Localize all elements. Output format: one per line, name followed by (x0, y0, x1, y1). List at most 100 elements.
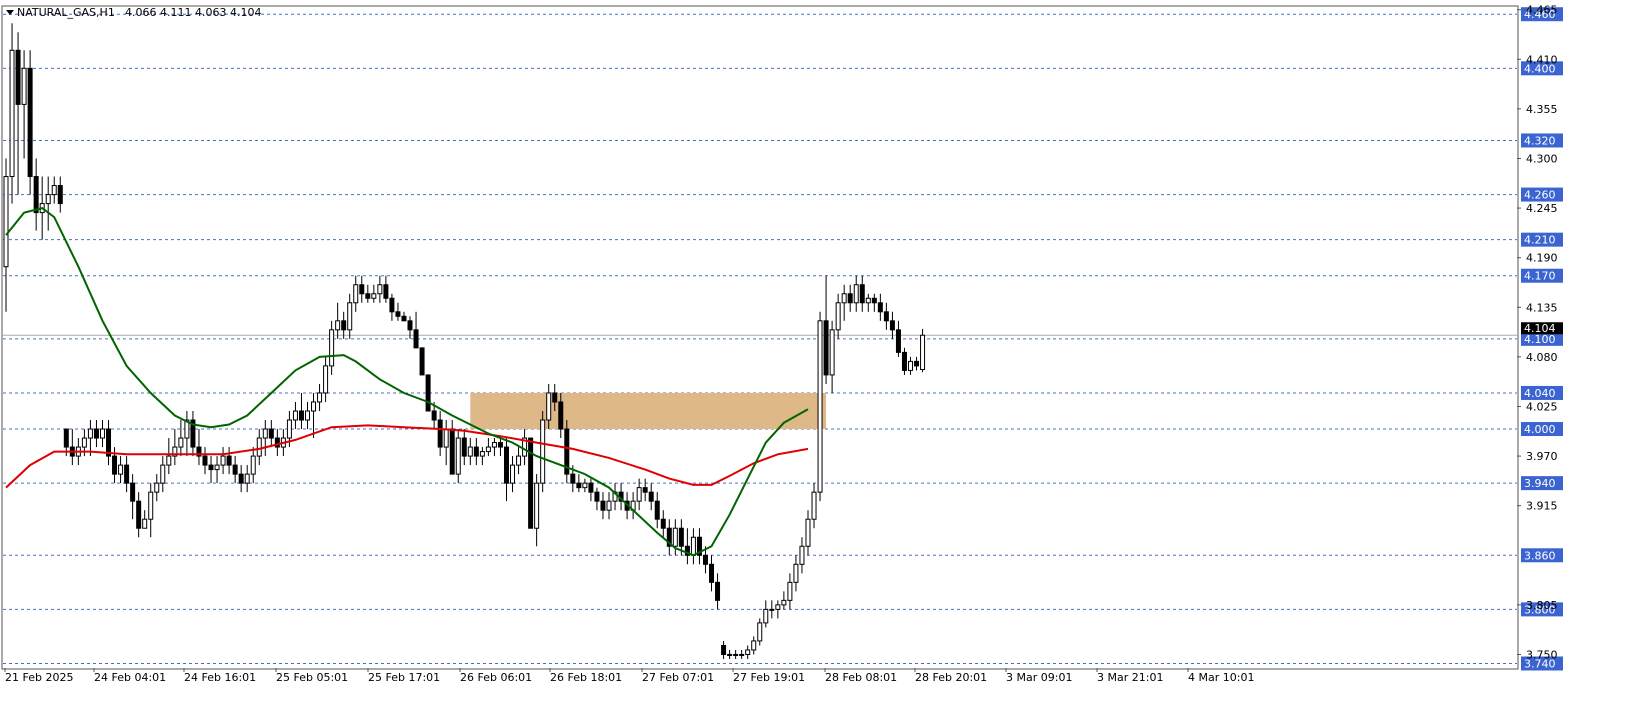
bear-candle-body (401, 315, 407, 322)
bull-candle-body (286, 419, 292, 439)
bear-candle-body (232, 464, 238, 475)
bull-candle-body (510, 464, 516, 484)
bull-candle-body (455, 437, 461, 475)
bull-candle-body (347, 302, 353, 331)
bull-candle-body (829, 329, 835, 376)
bull-candle-body (371, 293, 377, 299)
bear-candle-body (208, 464, 214, 471)
bear-candle-body (709, 563, 715, 583)
bull-candle-body (636, 487, 642, 502)
bear-candle-body (642, 487, 648, 493)
bear-candle-body (407, 320, 413, 331)
bull-candle-body (733, 653, 739, 656)
x-tick-label: 25 Feb 17:01 (368, 671, 440, 684)
bear-candle-body (654, 500, 660, 520)
candle[interactable] (540, 410, 546, 493)
bull-candle-body (467, 446, 473, 457)
bull-candle-body (546, 392, 552, 421)
bull-candle-body (835, 302, 841, 331)
bull-candle-body (799, 545, 805, 565)
bear-candle-body (895, 329, 901, 353)
bull-candle-body (672, 527, 678, 547)
bear-candle-body (660, 518, 666, 529)
bull-candle-body (751, 640, 757, 651)
resistance-zone[interactable] (470, 392, 827, 430)
bear-candle-body (136, 500, 142, 529)
bull-candle-body (317, 392, 323, 403)
y-tick-label: 4.355 (1526, 103, 1558, 116)
ohlc-high: 4.111 (160, 6, 192, 19)
bear-candle-body (268, 428, 274, 439)
x-tick-label: 24 Feb 04:01 (94, 671, 166, 684)
level-label: 4.320 (1524, 134, 1556, 147)
level-label: 4.000 (1524, 423, 1556, 436)
bear-candle-body (558, 401, 564, 430)
bear-candle-body (883, 311, 889, 322)
bear-candle-body (823, 320, 829, 376)
bull-candle-body (534, 482, 540, 529)
bear-candle-body (15, 49, 21, 105)
bull-candle-body (606, 500, 612, 511)
candle[interactable] (817, 311, 823, 502)
bull-candle-body (166, 455, 172, 466)
x-tick-label: 21 Feb 2025 (5, 671, 73, 684)
candle[interactable] (9, 23, 15, 204)
bear-candle-body (877, 302, 883, 313)
candle[interactable] (757, 618, 763, 646)
bull-candle-body (178, 437, 184, 448)
bull-candle-body (516, 455, 522, 466)
bull-candle-body (908, 360, 913, 371)
bear-candle-body (576, 482, 582, 489)
bear-candle-body (437, 419, 443, 448)
bear-candle-body (503, 446, 509, 484)
bull-candle-body (3, 176, 9, 268)
candle[interactable] (901, 347, 907, 375)
candle[interactable] (425, 374, 431, 412)
bull-candle-body (9, 49, 15, 178)
bull-candle-body (118, 464, 124, 475)
bull-candle-body (329, 329, 335, 367)
bull-candle-body (256, 437, 262, 457)
bull-candle-body (775, 604, 781, 610)
bear-candle-body (721, 644, 727, 655)
bear-candle-body (461, 437, 467, 457)
bull-candle-body (690, 536, 696, 556)
bear-candle-body (27, 67, 33, 178)
candle[interactable] (564, 420, 570, 484)
bear-candle-body (413, 329, 419, 349)
bull-candle-body (865, 297, 871, 304)
bear-candle-body (298, 410, 304, 421)
bull-candle-body (353, 284, 359, 304)
x-tick-label: 28 Feb 20:01 (915, 671, 987, 684)
bull-candle-body (323, 365, 329, 394)
bear-candle-body (901, 351, 907, 371)
bull-candle-body (763, 608, 769, 624)
y-tick-label: 3.750 (1526, 648, 1558, 661)
bull-candle-body (540, 419, 546, 484)
bull-candle-body (920, 334, 926, 371)
bull-candle-body (811, 491, 817, 520)
candle[interactable] (920, 328, 926, 373)
bull-candle-body (305, 410, 310, 421)
bull-candle-body (479, 451, 485, 457)
symbol-timeframe: NATURAL_GAS,H1 (17, 6, 115, 19)
level-label: 4.210 (1524, 234, 1556, 247)
y-tick-label: 3.805 (1526, 599, 1558, 612)
bear-candle-body (112, 455, 118, 475)
bear-candle-body (678, 527, 684, 547)
y-tick-label: 4.025 (1526, 400, 1558, 413)
level-label: 4.260 (1524, 189, 1556, 202)
bear-candle-body (63, 428, 69, 448)
bear-candle-body (130, 482, 136, 502)
x-tick-label: 26 Feb 06:01 (460, 671, 532, 684)
level-label: 4.040 (1524, 387, 1556, 400)
bear-candle-body (202, 455, 208, 466)
price-chart[interactable]: 4.4604.4004.3204.2604.2104.1704.1004.040… (0, 0, 1651, 725)
candle[interactable] (27, 50, 33, 195)
candle[interactable] (419, 347, 425, 376)
y-tick-label: 4.135 (1526, 301, 1558, 314)
bear-candle-body (124, 464, 130, 484)
ohlc-close: 4.104 (230, 6, 262, 19)
bull-candle-body (727, 653, 733, 656)
bear-candle-body (359, 284, 365, 295)
